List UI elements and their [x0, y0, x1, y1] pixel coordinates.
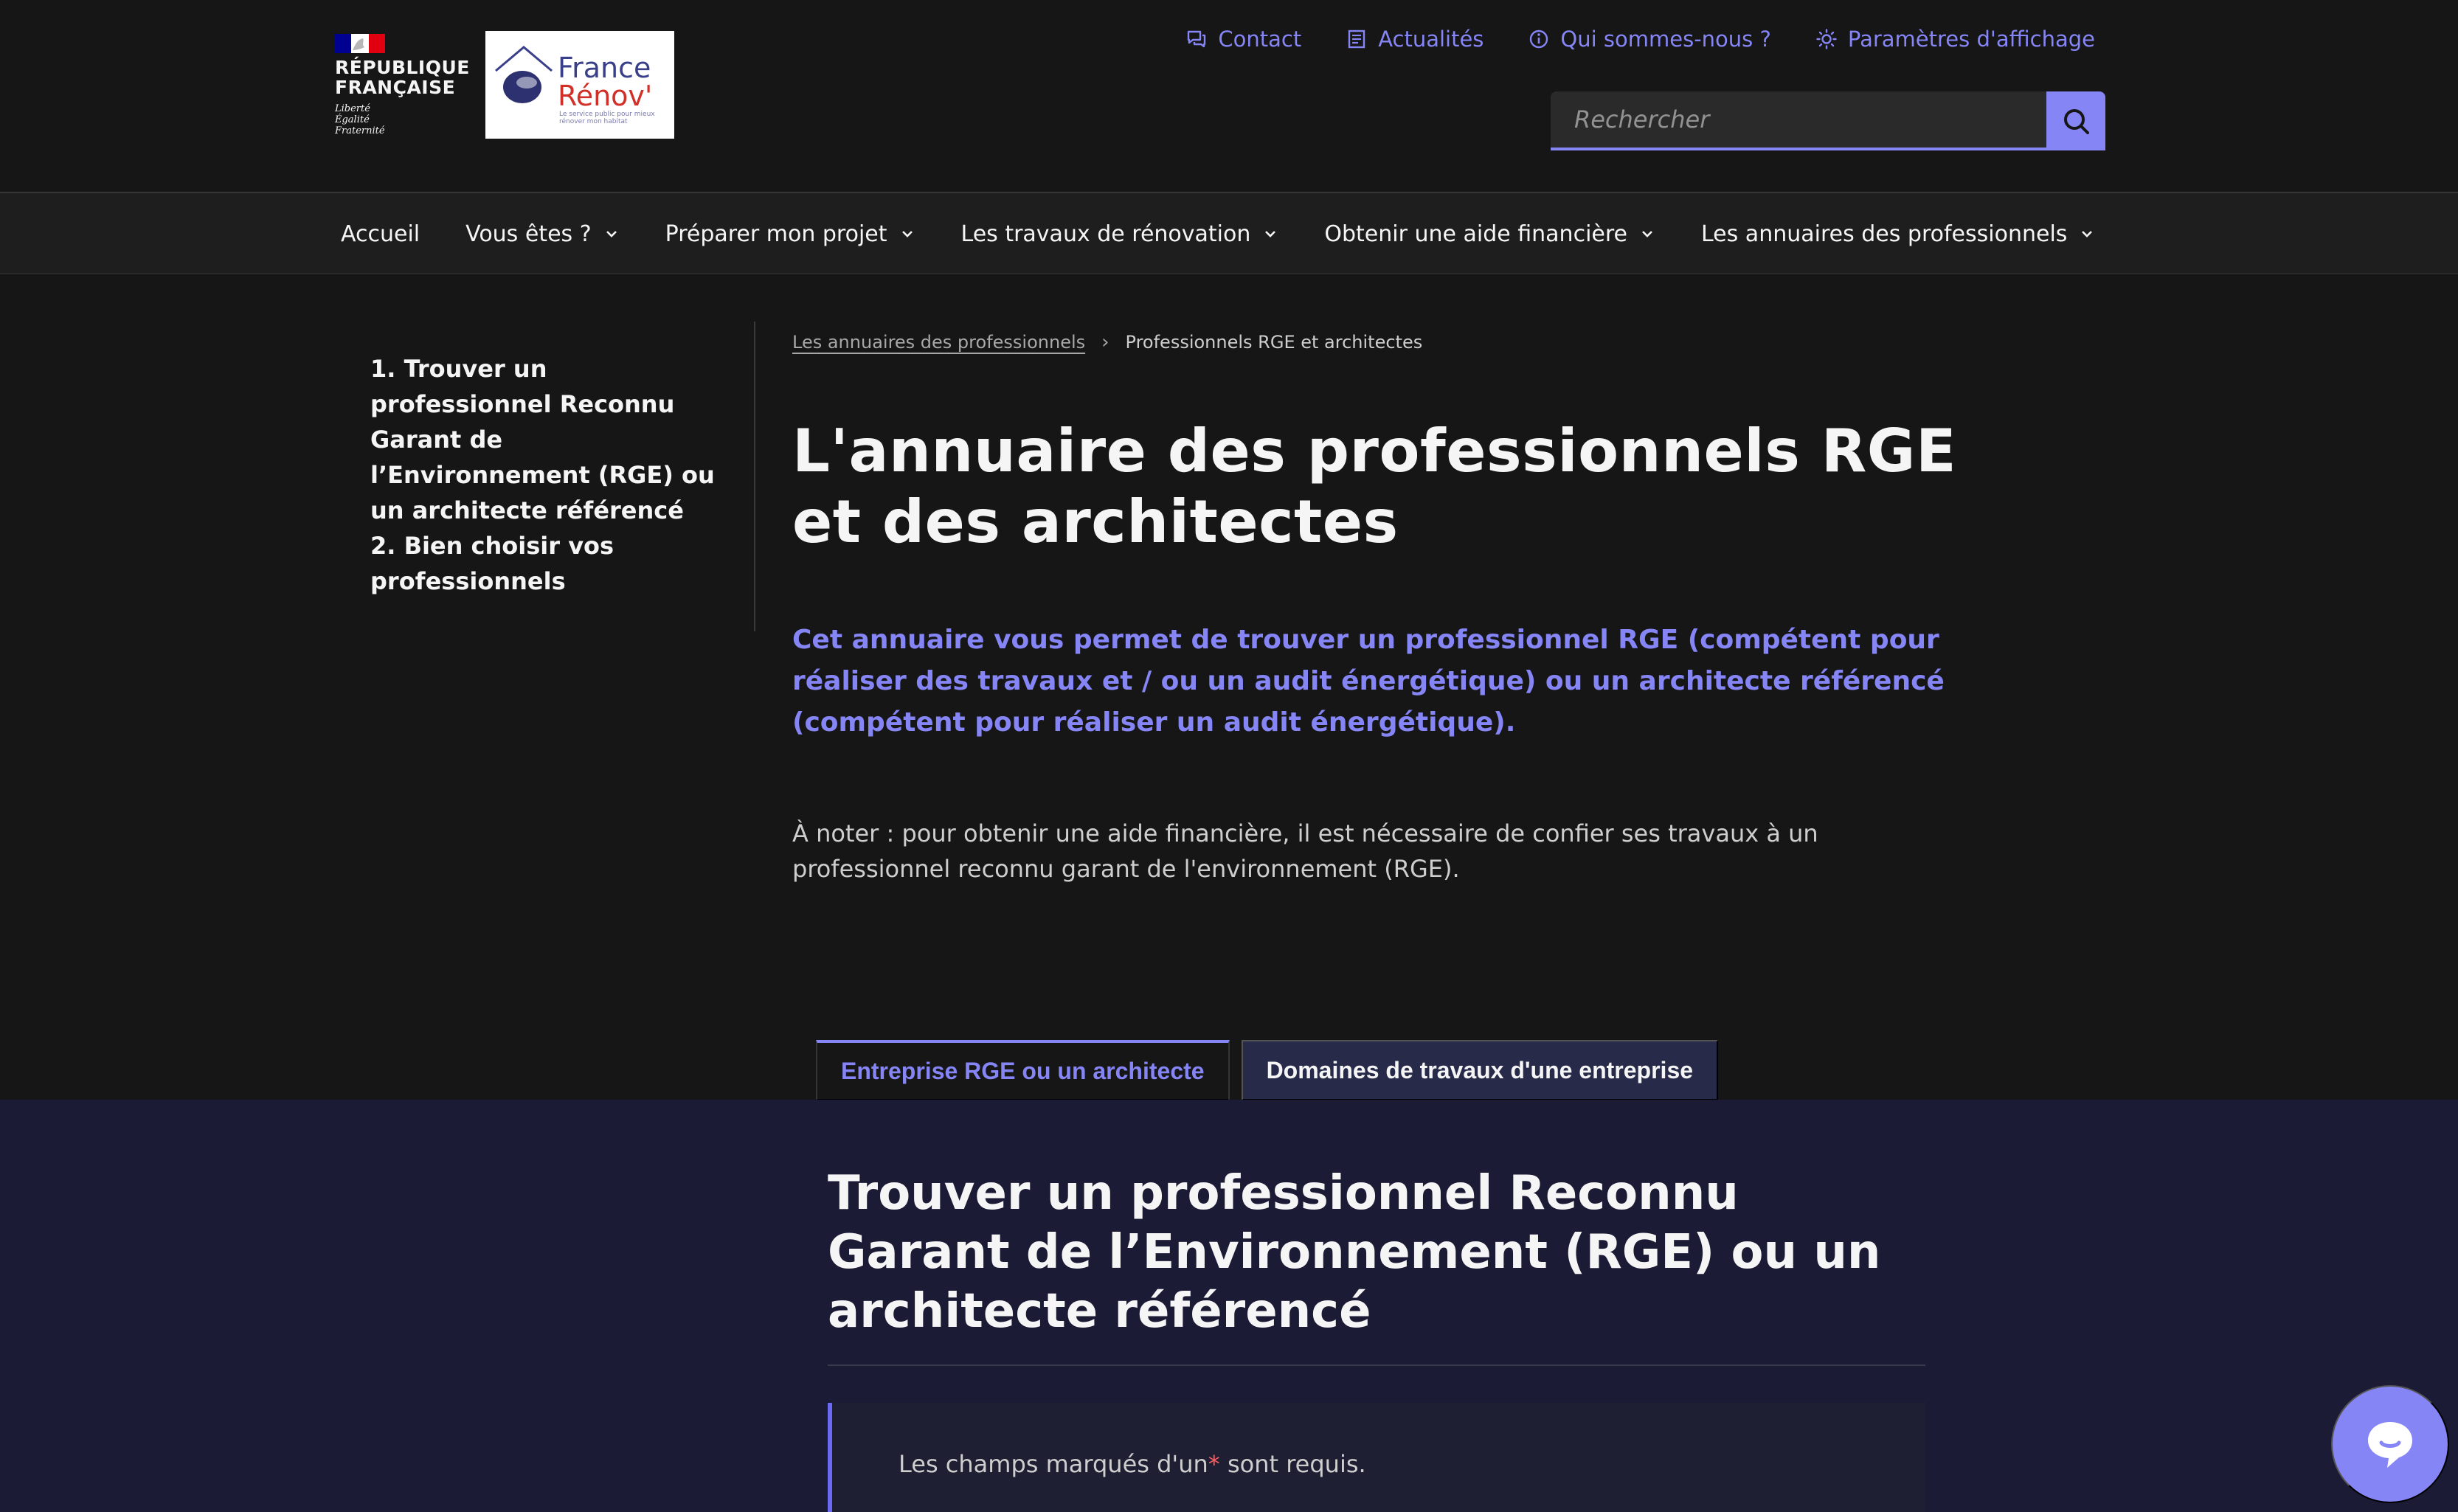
panel-title: Trouver un professionnel Reconnu Garant … [828, 1166, 1881, 1339]
quick-access-links: Contact Actualités Qui sommes-nous ? Par… [1185, 22, 2095, 56]
nav-item-preparer-projet[interactable]: Préparer mon projet [665, 221, 915, 247]
required-fields-text: Les champs marqués d'un* sont requis. [899, 1450, 1366, 1478]
republic-motto: Liberté Égalité Fraternité [335, 103, 385, 136]
marianne-flag-icon [335, 34, 385, 53]
about-link[interactable]: Qui sommes-nous ? [1528, 27, 1771, 52]
chevron-down-icon [606, 231, 617, 237]
news-label: Actualités [1378, 27, 1484, 52]
page-title: L'annuaire des professionnels RGE et des… [792, 417, 1957, 556]
chat-button[interactable] [2331, 1385, 2449, 1503]
header: RÉPUBLIQUE FRANÇAISE Liberté Égalité Fra… [0, 0, 2458, 193]
sun-icon [1816, 29, 1837, 49]
main-navigation: Accueil Vous êtes ? Préparer mon projet … [0, 193, 2458, 274]
search-button[interactable] [2046, 91, 2105, 150]
lead-paragraph: Cet annuaire vous permet de trouver un p… [792, 625, 1945, 738]
required-star-icon: * [1208, 1450, 1220, 1478]
chat-bubble-icon [2368, 1422, 2412, 1468]
sidemenu-item-trouver-professionnel[interactable]: 1. Trouver un professionnel Reconnu Gara… [370, 351, 717, 528]
display-settings-link[interactable]: Paramètres d'affichage [1815, 27, 2095, 52]
breadcrumb-separator-icon: › [1101, 331, 1109, 353]
newspaper-icon [1348, 30, 1365, 49]
nav-item-label: Préparer mon projet [665, 221, 887, 247]
search-input[interactable] [1551, 91, 2046, 150]
chat-icon [1188, 30, 1206, 48]
tab-domaines-travaux[interactable]: Domaines de travaux d'une entreprise [1241, 1040, 1719, 1100]
republic-name: RÉPUBLIQUE FRANÇAISE [335, 57, 470, 98]
required-text-before: Les champs marqués d'un [899, 1450, 1208, 1478]
divider [828, 1364, 1925, 1366]
nav-item-aide-financiere[interactable]: Obtenir une aide financière [1324, 221, 1655, 247]
chevron-down-icon [1642, 231, 1652, 237]
nav-item-label: Accueil [341, 221, 420, 247]
chevron-down-icon [901, 231, 913, 237]
info-icon [1530, 30, 1548, 49]
nav-item-label: Les annuaires des professionnels [1701, 221, 2068, 247]
operator-tagline: Le service public pour mieux rénover mon… [559, 111, 655, 125]
search-bar [1551, 91, 2105, 150]
display-settings-label: Paramètres d'affichage [1847, 27, 2095, 52]
contact-link[interactable]: Contact [1185, 27, 1301, 52]
nav-item-travaux-renovation[interactable]: Les travaux de rénovation [961, 221, 1279, 247]
nav-item-label: Les travaux de rénovation [960, 221, 1251, 247]
chevron-down-icon [1265, 231, 1276, 237]
operator-name-line2: Rénov' [558, 80, 653, 112]
side-menu: 1. Trouver un professionnel Reconnu Gara… [350, 322, 755, 631]
france-renov-logo[interactable]: France Rénov' Le service public pour mie… [485, 31, 674, 139]
search-icon [2064, 109, 2089, 134]
note-paragraph: À noter : pour obtenir une aide financiè… [792, 819, 1818, 883]
tab-entreprise-rge[interactable]: Entreprise RGE ou un architecte [816, 1040, 1230, 1100]
nav-item-label: Vous êtes ? [465, 221, 592, 247]
about-label: Qui sommes-nous ? [1560, 27, 1771, 52]
required-text-after: sont requis. [1227, 1450, 1366, 1478]
required-fields-notice: Les champs marqués d'un* sont requis. [828, 1403, 1925, 1512]
operator-name-line1: France [558, 52, 651, 84]
nav-item-annuaires[interactable]: Les annuaires des professionnels [1701, 221, 2095, 247]
nav-item-label: Obtenir une aide financière [1324, 221, 1627, 247]
contact-label: Contact [1218, 27, 1302, 52]
tab-list: Entreprise RGE ou un architecte Domaines… [816, 1040, 1719, 1100]
nav-item-accueil[interactable]: Accueil [341, 221, 420, 247]
breadcrumb: Les annuaires des professionnels › Profe… [792, 327, 1422, 357]
chevron-down-icon [2082, 231, 2093, 237]
house-logo-icon [495, 46, 553, 103]
breadcrumb-link-annuaires[interactable]: Les annuaires des professionnels [792, 332, 1085, 353]
breadcrumb-current-page: Professionnels RGE et architectes [1125, 332, 1423, 353]
sidemenu-item-bien-choisir[interactable]: 2. Bien choisir vos professionnels [370, 528, 717, 599]
nav-item-vous-etes[interactable]: Vous êtes ? [465, 221, 620, 247]
republique-francaise-logo[interactable]: RÉPUBLIQUE FRANÇAISE Liberté Égalité Fra… [335, 34, 469, 142]
news-link[interactable]: Actualités [1346, 27, 1484, 52]
